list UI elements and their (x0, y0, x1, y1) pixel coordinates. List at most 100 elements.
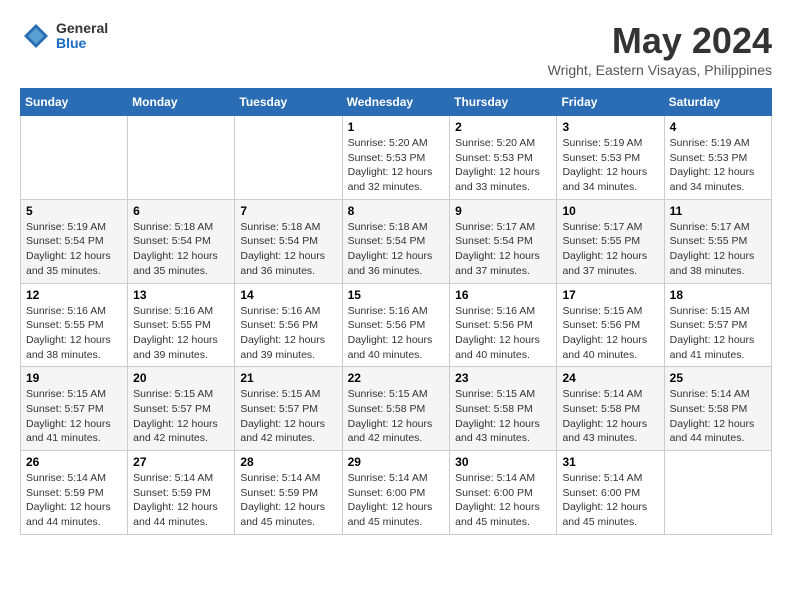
day-number: 25 (670, 371, 766, 385)
calendar-cell: 13 Sunrise: 5:16 AMSunset: 5:55 PMDayligh… (128, 283, 235, 367)
month-title: May 2024 (548, 20, 772, 62)
title-area: May 2024 Wright, Eastern Visayas, Philip… (548, 20, 772, 78)
day-info: Sunrise: 5:19 AMSunset: 5:53 PMDaylight:… (670, 136, 766, 195)
day-number: 11 (670, 204, 766, 218)
calendar-day-header: Monday (128, 89, 235, 116)
calendar-cell: 11Sunrise: 5:17 AMSunset: 5:55 PMDayligh… (664, 199, 771, 283)
calendar-cell: 26 Sunrise: 5:14 AMSunset: 5:59 PMDayligh… (21, 451, 128, 535)
calendar-day-header: Friday (557, 89, 664, 116)
calendar-cell: 23 Sunrise: 5:15 AMSunset: 5:58 PMDayligh… (450, 367, 557, 451)
calendar-week-row: 19 Sunrise: 5:15 AMSunset: 5:57 PMDayligh… (21, 367, 772, 451)
day-info: Sunrise: 5:20 AMSunset: 5:53 PMDaylight:… (348, 136, 445, 195)
logo-blue: Blue (56, 36, 108, 51)
calendar-cell: 25 Sunrise: 5:14 AMSunset: 5:58 PMDayligh… (664, 367, 771, 451)
calendar-cell: 2 Sunrise: 5:20 AMSunset: 5:53 PMDaylight… (450, 116, 557, 200)
day-number: 5 (26, 204, 122, 218)
day-info: Sunrise: 5:15 AMSunset: 5:58 PMDaylight:… (455, 387, 551, 446)
day-number: 14 (240, 288, 336, 302)
day-number: 16 (455, 288, 551, 302)
calendar-cell: 3Sunrise: 5:19 AMSunset: 5:53 PMDaylight… (557, 116, 664, 200)
calendar-cell: 28Sunrise: 5:14 AMSunset: 5:59 PMDayligh… (235, 451, 342, 535)
day-number: 13 (133, 288, 229, 302)
calendar-cell: 8Sunrise: 5:18 AMSunset: 5:54 PMDaylight… (342, 199, 450, 283)
day-info: Sunrise: 5:16 AMSunset: 5:56 PMDaylight:… (455, 304, 551, 363)
day-info: Sunrise: 5:14 AMSunset: 5:58 PMDaylight:… (670, 387, 766, 446)
calendar-day-header: Tuesday (235, 89, 342, 116)
day-number: 3 (562, 120, 658, 134)
day-number: 30 (455, 455, 551, 469)
calendar-week-row: 1 Sunrise: 5:20 AMSunset: 5:53 PMDaylight… (21, 116, 772, 200)
day-info: Sunrise: 5:14 AMSunset: 6:00 PMDaylight:… (562, 471, 658, 530)
logo-general: General (56, 21, 108, 36)
calendar-cell (664, 451, 771, 535)
calendar-cell: 10 Sunrise: 5:17 AMSunset: 5:55 PMDayligh… (557, 199, 664, 283)
day-info: Sunrise: 5:15 AMSunset: 5:57 PMDaylight:… (133, 387, 229, 446)
day-number: 22 (348, 371, 445, 385)
calendar-cell: 12 Sunrise: 5:16 AMSunset: 5:55 PMDayligh… (21, 283, 128, 367)
calendar-cell: 18 Sunrise: 5:15 AMSunset: 5:57 PMDayligh… (664, 283, 771, 367)
day-number: 4 (670, 120, 766, 134)
day-number: 17 (562, 288, 658, 302)
day-number: 26 (26, 455, 122, 469)
day-number: 23 (455, 371, 551, 385)
calendar-cell: 6Sunrise: 5:18 AMSunset: 5:54 PMDaylight… (128, 199, 235, 283)
day-number: 18 (670, 288, 766, 302)
logo: General Blue (20, 20, 108, 52)
calendar-table: SundayMondayTuesdayWednesdayThursdayFrid… (20, 88, 772, 535)
calendar-week-row: 12 Sunrise: 5:16 AMSunset: 5:55 PMDayligh… (21, 283, 772, 367)
day-number: 19 (26, 371, 122, 385)
calendar-cell: 31Sunrise: 5:14 AMSunset: 6:00 PMDayligh… (557, 451, 664, 535)
day-info: Sunrise: 5:16 AMSunset: 5:55 PMDaylight:… (26, 304, 122, 363)
calendar-cell: 24 Sunrise: 5:14 AMSunset: 5:58 PMDayligh… (557, 367, 664, 451)
calendar-cell: 17Sunrise: 5:15 AMSunset: 5:56 PMDayligh… (557, 283, 664, 367)
day-info: Sunrise: 5:16 AMSunset: 5:55 PMDaylight:… (133, 304, 229, 363)
day-info: Sunrise: 5:17 AMSunset: 5:54 PMDaylight:… (455, 220, 551, 279)
calendar-cell: 7Sunrise: 5:18 AMSunset: 5:54 PMDaylight… (235, 199, 342, 283)
day-number: 2 (455, 120, 551, 134)
day-number: 21 (240, 371, 336, 385)
logo-icon (20, 20, 52, 52)
day-info: Sunrise: 5:14 AMSunset: 5:59 PMDaylight:… (26, 471, 122, 530)
day-info: Sunrise: 5:18 AMSunset: 5:54 PMDaylight:… (133, 220, 229, 279)
day-info: Sunrise: 5:20 AMSunset: 5:53 PMDaylight:… (455, 136, 551, 195)
day-number: 15 (348, 288, 445, 302)
day-number: 24 (562, 371, 658, 385)
day-info: Sunrise: 5:15 AMSunset: 5:58 PMDaylight:… (348, 387, 445, 446)
calendar-day-header: Sunday (21, 89, 128, 116)
day-number: 7 (240, 204, 336, 218)
calendar-day-header: Wednesday (342, 89, 450, 116)
day-info: Sunrise: 5:14 AMSunset: 6:00 PMDaylight:… (455, 471, 551, 530)
calendar-cell: 29Sunrise: 5:14 AMSunset: 6:00 PMDayligh… (342, 451, 450, 535)
calendar-cell (21, 116, 128, 200)
calendar-cell: 30 Sunrise: 5:14 AMSunset: 6:00 PMDayligh… (450, 451, 557, 535)
location: Wright, Eastern Visayas, Philippines (548, 62, 772, 78)
day-number: 1 (348, 120, 445, 134)
calendar-cell: 14Sunrise: 5:16 AMSunset: 5:56 PMDayligh… (235, 283, 342, 367)
calendar-cell: 21Sunrise: 5:15 AMSunset: 5:57 PMDayligh… (235, 367, 342, 451)
day-info: Sunrise: 5:19 AMSunset: 5:54 PMDaylight:… (26, 220, 122, 279)
day-number: 9 (455, 204, 551, 218)
calendar-week-row: 26 Sunrise: 5:14 AMSunset: 5:59 PMDayligh… (21, 451, 772, 535)
day-info: Sunrise: 5:15 AMSunset: 5:57 PMDaylight:… (26, 387, 122, 446)
calendar-cell: 16 Sunrise: 5:16 AMSunset: 5:56 PMDayligh… (450, 283, 557, 367)
calendar-cell (235, 116, 342, 200)
page-header: General Blue May 2024 Wright, Eastern Vi… (20, 20, 772, 78)
day-number: 10 (562, 204, 658, 218)
calendar-cell: 4 Sunrise: 5:19 AMSunset: 5:53 PMDaylight… (664, 116, 771, 200)
logo-text: General Blue (56, 21, 108, 52)
calendar-cell: 20Sunrise: 5:15 AMSunset: 5:57 PMDayligh… (128, 367, 235, 451)
day-info: Sunrise: 5:18 AMSunset: 5:54 PMDaylight:… (348, 220, 445, 279)
day-info: Sunrise: 5:17 AMSunset: 5:55 PMDaylight:… (562, 220, 658, 279)
day-number: 27 (133, 455, 229, 469)
calendar-cell (128, 116, 235, 200)
day-info: Sunrise: 5:14 AMSunset: 5:59 PMDaylight:… (240, 471, 336, 530)
calendar-day-header: Saturday (664, 89, 771, 116)
calendar-cell: 5 Sunrise: 5:19 AMSunset: 5:54 PMDaylight… (21, 199, 128, 283)
calendar-cell: 15Sunrise: 5:16 AMSunset: 5:56 PMDayligh… (342, 283, 450, 367)
calendar-header-row: SundayMondayTuesdayWednesdayThursdayFrid… (21, 89, 772, 116)
day-number: 12 (26, 288, 122, 302)
calendar-cell: 9 Sunrise: 5:17 AMSunset: 5:54 PMDaylight… (450, 199, 557, 283)
calendar-cell: 19 Sunrise: 5:15 AMSunset: 5:57 PMDayligh… (21, 367, 128, 451)
day-info: Sunrise: 5:14 AMSunset: 5:58 PMDaylight:… (562, 387, 658, 446)
day-info: Sunrise: 5:15 AMSunset: 5:57 PMDaylight:… (670, 304, 766, 363)
